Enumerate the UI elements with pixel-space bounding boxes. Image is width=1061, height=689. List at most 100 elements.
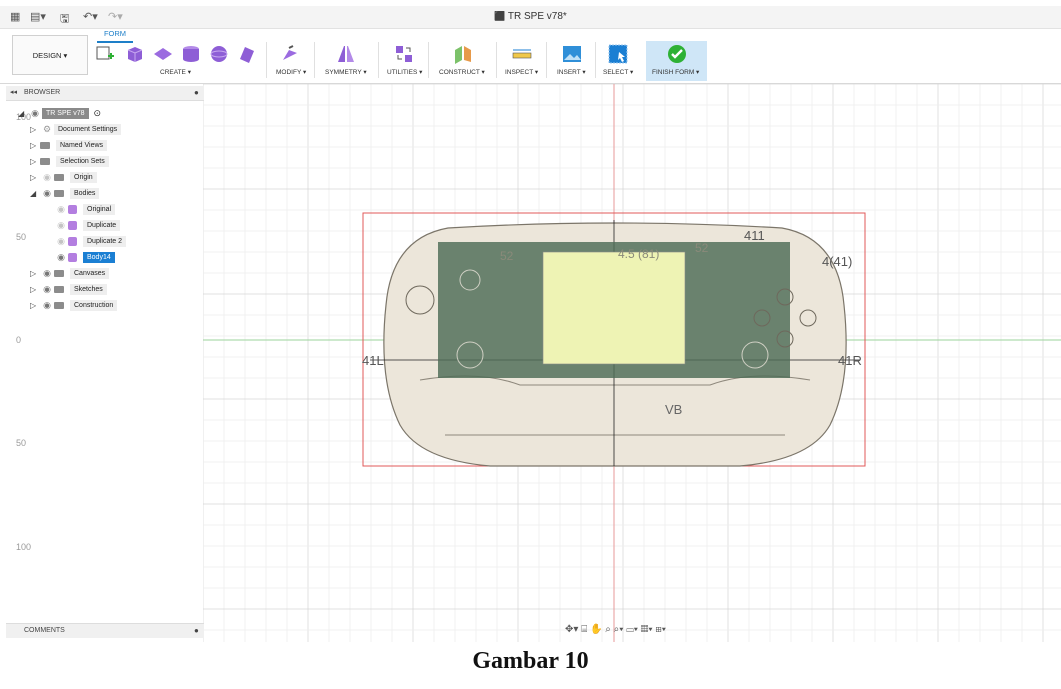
tab-form[interactable]: FORM — [97, 29, 133, 43]
cylinder-icon[interactable] — [180, 44, 202, 64]
folder-icon — [54, 174, 64, 181]
design-workspace-button[interactable]: DESIGN ▾ — [12, 35, 88, 75]
separator — [428, 42, 429, 78]
model-view[interactable]: 41L 41R 4(41) 411 VB 4.5 (81) 52 52 — [360, 210, 870, 472]
activate-radio-icon[interactable]: ⊙ — [94, 108, 102, 119]
construct-plane-icon[interactable] — [452, 44, 474, 64]
modify-icon[interactable] — [279, 44, 301, 64]
folder-icon — [54, 302, 64, 309]
browser-item-sketches[interactable]: ▷ ◉ Sketches — [30, 283, 107, 296]
browser-item-original[interactable]: ◉ Original — [54, 203, 116, 216]
separator — [378, 42, 379, 78]
grid-settings-icon[interactable]: ▦▾ — [641, 624, 653, 635]
folder-icon — [54, 190, 64, 197]
comments-panel[interactable]: COMMENTS ● — [6, 623, 204, 638]
expand-triangle-icon[interactable]: ▷ — [30, 301, 40, 310]
browser-item-body14[interactable]: ◉ Body14 — [54, 251, 115, 264]
item-label: Construction — [70, 300, 118, 311]
symmetry-menu[interactable]: SYMMETRY ▾ — [325, 68, 367, 76]
collapse-triangle-icon[interactable]: ◢ — [30, 189, 40, 198]
pan-icon[interactable]: ✋ — [590, 624, 602, 635]
separator — [496, 42, 497, 78]
eye-hidden-icon[interactable]: ◉ — [54, 236, 68, 247]
orbit-icon[interactable]: ✥▾ — [565, 624, 578, 635]
screen-area — [542, 251, 686, 365]
folder-icon — [54, 270, 64, 277]
item-label: Origin — [70, 172, 97, 183]
browser-item-origin[interactable]: ▷ ◉ Origin — [30, 171, 97, 184]
finish-form-label[interactable]: FINISH FORM ▾ — [652, 68, 699, 76]
zoom-icon[interactable]: ⌕ — [605, 624, 611, 635]
eye-hidden-icon[interactable]: ◉ — [40, 172, 54, 183]
insert-image-icon[interactable] — [561, 44, 583, 64]
select-icon[interactable] — [607, 44, 629, 64]
eye-icon[interactable]: ◉ — [40, 300, 54, 311]
create-box-form-icon[interactable] — [94, 44, 116, 64]
folder-icon — [40, 158, 50, 165]
sketch-dim: 4.5 (81) — [618, 247, 659, 261]
face-icon[interactable] — [236, 44, 258, 64]
sphere-icon[interactable] — [208, 44, 230, 64]
item-label: Bodies — [70, 188, 100, 199]
checkmark-icon[interactable] — [666, 44, 688, 64]
expand-triangle-icon[interactable]: ▷ — [30, 125, 40, 134]
insert-menu[interactable]: INSERT ▾ — [557, 68, 586, 76]
eye-hidden-icon[interactable]: ◉ — [54, 204, 68, 215]
collapse-triangle-icon[interactable]: ◢ — [18, 109, 28, 118]
symmetry-icon[interactable] — [335, 44, 357, 64]
browser-item-document-settings[interactable]: ▷ ⚙ Document Settings — [30, 123, 122, 136]
document-cube-icon: ⬛ — [494, 11, 508, 21]
item-label: Body14 — [83, 252, 115, 263]
utilities-menu[interactable]: UTILITIES ▾ — [387, 68, 422, 76]
select-menu[interactable]: SELECT ▾ — [603, 68, 633, 76]
browser-item-duplicate-2[interactable]: ◉ Duplicate 2 — [54, 235, 127, 248]
quick-access-toolbar: ▦ ▤▾ 🖫 ↶▾ ↷▾ ⬛ TR SPE v78* — [0, 6, 1061, 29]
browser-item-construction[interactable]: ▷ ◉ Construction — [30, 299, 118, 312]
body-icon — [68, 205, 77, 214]
expand-triangle-icon[interactable]: ▷ — [30, 173, 40, 182]
utilities-icon[interactable] — [393, 44, 415, 64]
eye-icon[interactable]: ◉ — [40, 188, 54, 199]
plane-icon[interactable] — [152, 44, 174, 64]
separator — [266, 42, 267, 78]
separator — [595, 42, 596, 78]
eye-icon[interactable]: ◉ — [40, 268, 54, 279]
sketch-dim: 4(41) — [822, 254, 852, 269]
browser-item-named-views[interactable]: ▷ Named Views — [30, 139, 108, 152]
browser-item-duplicate[interactable]: ◉ Duplicate — [54, 219, 121, 232]
gear-icon: ⚙ — [42, 124, 52, 134]
browser-item-selection-sets[interactable]: ▷ Selection Sets — [30, 155, 109, 168]
item-label: Document Settings — [54, 124, 122, 135]
browser-item-bodies[interactable]: ◢ ◉ Bodies — [30, 187, 100, 200]
display-settings-icon[interactable]: ▭▾ — [626, 624, 638, 635]
expand-triangle-icon[interactable]: ▷ — [30, 269, 40, 278]
expand-triangle-icon[interactable]: ▷ — [30, 285, 40, 294]
eye-icon[interactable]: ◉ — [28, 108, 42, 119]
item-label: Named Views — [56, 140, 108, 151]
eye-icon[interactable]: ◉ — [40, 284, 54, 295]
modify-menu[interactable]: MODIFY ▾ — [276, 68, 306, 76]
fit-icon[interactable]: ⌕▾ — [614, 624, 624, 635]
box-icon[interactable] — [124, 44, 146, 64]
eye-icon[interactable]: ◉ — [54, 252, 68, 263]
sketch-dim: VB — [665, 402, 682, 417]
expand-triangle-icon[interactable]: ▷ — [30, 141, 40, 150]
item-label: Sketches — [70, 284, 107, 295]
measure-icon[interactable] — [511, 44, 533, 64]
eye-hidden-icon[interactable]: ◉ — [54, 220, 68, 231]
browser-root-node[interactable]: ◢ ◉ TR SPE v78 ⊙ — [18, 107, 101, 120]
sketch-dim: 52 — [695, 241, 709, 255]
comments-title: COMMENTS — [24, 627, 65, 634]
browser-panel: ◢ ◉ TR SPE v78 ⊙ ▷ ⚙ Document Settings ▷… — [6, 86, 202, 642]
navigation-bar: ✥▾ ⌸ ✋ ⌕ ⌕▾ ▭▾ ▦▾ ⊞▾ — [565, 624, 725, 638]
item-label: Original — [83, 204, 116, 215]
expand-triangle-icon[interactable]: ▷ — [30, 157, 40, 166]
sketch-dim: 52 — [500, 249, 514, 263]
construct-menu[interactable]: CONSTRUCT ▾ — [439, 68, 485, 76]
pin-icon[interactable]: ● — [194, 626, 199, 635]
look-at-icon[interactable]: ⌸ — [581, 624, 587, 635]
browser-item-canvases[interactable]: ▷ ◉ Canvases — [30, 267, 110, 280]
create-menu[interactable]: CREATE ▾ — [160, 68, 191, 76]
inspect-menu[interactable]: INSPECT ▾ — [505, 68, 538, 76]
viewports-icon[interactable]: ⊞▾ — [655, 624, 666, 635]
